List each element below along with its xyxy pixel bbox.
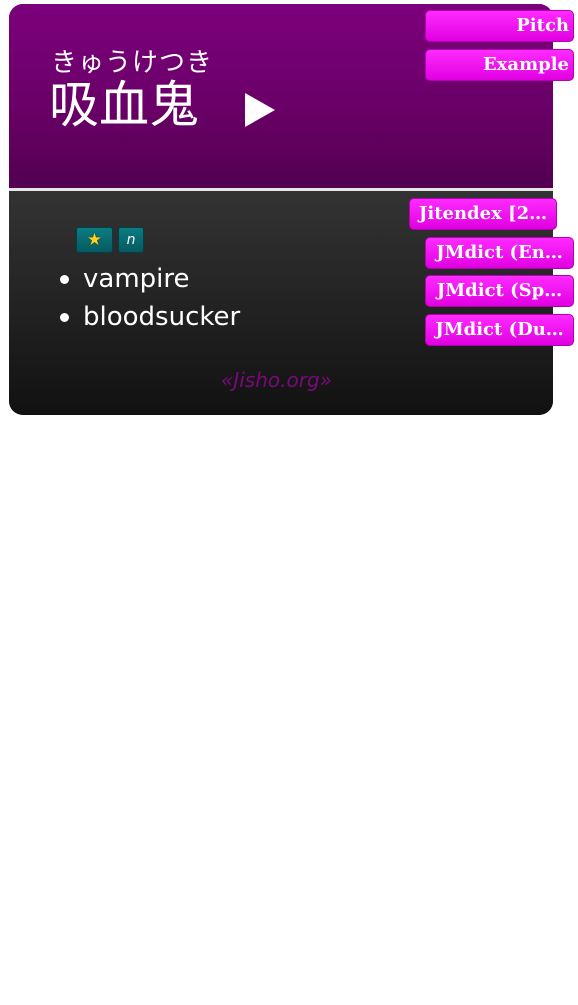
common-word-tag: ★	[76, 227, 113, 253]
jisho-source-link[interactable]: «Jisho.org»	[221, 368, 332, 392]
pitch-button[interactable]: Pitch	[425, 10, 574, 42]
tag-row: ★ n	[76, 227, 144, 253]
star-icon: ★	[86, 229, 103, 250]
jitendex-dictionary-button[interactable]: Jitendex [2…	[409, 198, 557, 230]
jmdict-dutch-button[interactable]: JMdict (Du…	[425, 314, 574, 346]
example-button[interactable]: Example	[425, 49, 574, 81]
headword-kanji: 吸血鬼	[49, 76, 199, 134]
reading-furigana: きゅうけつき	[51, 48, 214, 78]
gloss-item: bloodsucker	[57, 298, 240, 336]
jmdict-spanish-button[interactable]: JMdict (Sp…	[425, 275, 574, 307]
jmdict-english-button[interactable]: JMdict (En…	[425, 237, 574, 269]
play-icon[interactable]	[245, 93, 275, 127]
part-of-speech-tag: n	[118, 227, 144, 253]
gloss-list: vampire bloodsucker	[57, 260, 240, 336]
gloss-item: vampire	[57, 260, 240, 298]
